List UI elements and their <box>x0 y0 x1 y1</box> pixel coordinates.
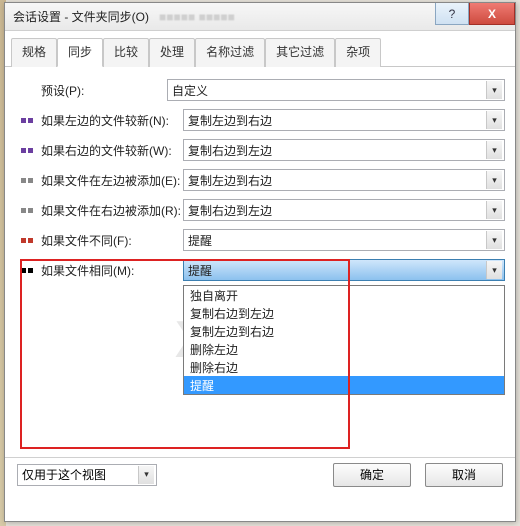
preset-label: 预设(P): <box>37 82 167 99</box>
setting-row-0: 如果左边的文件较新(N): 复制左边到右边 ▾ <box>21 105 505 135</box>
dialog-window: 会话设置 - 文件夹同步(O) ■■■■■ ■■■■■ ? X 规格同步比较处理… <box>4 2 516 522</box>
titlebar-blur-text: ■■■■■ ■■■■■ <box>159 10 235 24</box>
setting-row-5: 如果文件相同(M): 提醒 ▾ <box>21 255 505 285</box>
chevron-down-icon: ▾ <box>486 231 502 249</box>
row-marker <box>21 238 37 243</box>
row-label: 如果文件在右边被添加(R): <box>37 202 183 219</box>
dropdown-item-3[interactable]: 删除左边 <box>184 340 504 358</box>
preset-value: 自定义 <box>172 82 208 99</box>
dialog-body: 预设(P): 自定义 ▾ 如果左边的文件较新(N):复制左边到右边▾如果右边的文… <box>5 67 515 487</box>
row-select-2[interactable]: 复制左边到右边 ▾ <box>183 169 505 191</box>
dialog-footer: 仅用于这个视图 ▾ 确定 取消 <box>5 457 515 491</box>
row-marker <box>21 118 37 123</box>
tab-3[interactable]: 处理 <box>149 38 195 67</box>
row-select-value: 复制右边到左边 <box>188 142 272 159</box>
chevron-down-icon: ▾ <box>486 201 502 219</box>
cancel-label: 取消 <box>452 466 476 483</box>
tab-1[interactable]: 同步 <box>57 38 103 67</box>
row-label: 如果右边的文件较新(W): <box>37 142 183 159</box>
preset-row: 预设(P): 自定义 ▾ <box>21 75 505 105</box>
row-marker <box>21 148 37 153</box>
chevron-down-icon: ▾ <box>486 81 502 99</box>
chevron-down-icon: ▾ <box>486 261 502 279</box>
row-select-value: 提醒 <box>188 262 212 279</box>
setting-row-4: 如果文件不同(F): 提醒 ▾ <box>21 225 505 255</box>
tab-2[interactable]: 比较 <box>103 38 149 67</box>
scope-select[interactable]: 仅用于这个视图 ▾ <box>17 464 157 486</box>
chevron-down-icon: ▾ <box>486 111 502 129</box>
close-button[interactable]: X <box>469 3 515 25</box>
row-label: 如果文件相同(M): <box>37 262 183 279</box>
setting-row-1: 如果右边的文件较新(W): 复制右边到左边 ▾ <box>21 135 505 165</box>
help-icon: ? <box>449 7 456 21</box>
row-label: 如果左边的文件较新(N): <box>37 112 183 129</box>
row-select-value: 复制左边到右边 <box>188 172 272 189</box>
row-select-value: 提醒 <box>188 232 212 249</box>
help-button[interactable]: ? <box>435 3 469 25</box>
setting-row-3: 如果文件在右边被添加(R): 复制右边到左边 ▾ <box>21 195 505 225</box>
ok-button[interactable]: 确定 <box>333 463 411 487</box>
row-marker <box>21 208 37 213</box>
row-select-4[interactable]: 提醒 ▾ <box>183 229 505 251</box>
dropdown-item-5[interactable]: 提醒 <box>184 376 504 394</box>
setting-row-2: 如果文件在左边被添加(E): 复制左边到右边 ▾ <box>21 165 505 195</box>
same-file-dropdown-list[interactable]: 独自离开复制右边到左边复制左边到右边删除左边删除右边提醒 <box>183 285 505 395</box>
row-label: 如果文件在左边被添加(E): <box>37 172 183 189</box>
chevron-down-icon: ▾ <box>486 171 502 189</box>
row-select-value: 复制左边到右边 <box>188 112 272 129</box>
row-select-value: 复制右边到左边 <box>188 202 272 219</box>
dropdown-item-0[interactable]: 独自离开 <box>184 286 504 304</box>
row-marker <box>21 268 37 273</box>
chevron-down-icon: ▾ <box>138 466 154 484</box>
dropdown-item-2[interactable]: 复制左边到右边 <box>184 322 504 340</box>
row-select-3[interactable]: 复制右边到左边 ▾ <box>183 199 505 221</box>
window-title: 会话设置 - 文件夹同步(O) <box>13 8 149 25</box>
tab-0[interactable]: 规格 <box>11 38 57 67</box>
tab-bar: 规格同步比较处理名称过滤其它过滤杂项 <box>5 31 515 67</box>
row-marker <box>21 178 37 183</box>
row-select-1[interactable]: 复制右边到左边 ▾ <box>183 139 505 161</box>
row-select-5[interactable]: 提醒 ▾ <box>183 259 505 281</box>
tab-4[interactable]: 名称过滤 <box>195 38 265 67</box>
ok-label: 确定 <box>360 466 384 483</box>
scope-value: 仅用于这个视图 <box>22 466 106 483</box>
tab-6[interactable]: 杂项 <box>335 38 381 67</box>
tab-5[interactable]: 其它过滤 <box>265 38 335 67</box>
row-label: 如果文件不同(F): <box>37 232 183 249</box>
chevron-down-icon: ▾ <box>486 141 502 159</box>
dropdown-item-1[interactable]: 复制右边到左边 <box>184 304 504 322</box>
preset-select[interactable]: 自定义 ▾ <box>167 79 505 101</box>
dropdown-item-4[interactable]: 删除右边 <box>184 358 504 376</box>
cancel-button[interactable]: 取消 <box>425 463 503 487</box>
titlebar[interactable]: 会话设置 - 文件夹同步(O) ■■■■■ ■■■■■ ? X <box>5 3 515 31</box>
row-select-0[interactable]: 复制左边到右边 ▾ <box>183 109 505 131</box>
close-icon: X <box>488 7 496 21</box>
